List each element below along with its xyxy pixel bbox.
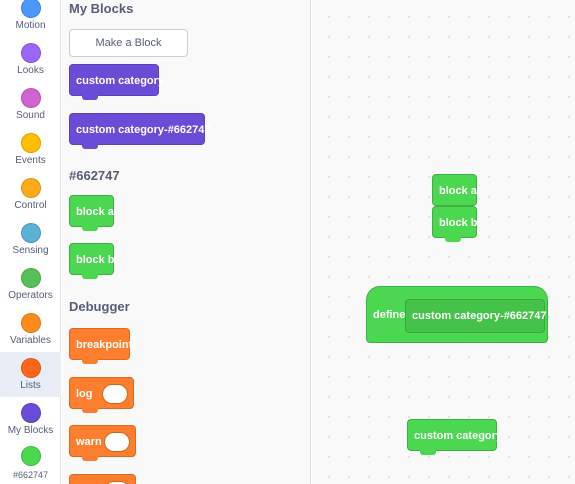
breakpoint-block[interactable]: breakpoint bbox=[69, 328, 133, 364]
category-my-blocks[interactable]: My Blocks bbox=[0, 397, 61, 442]
block-tab bbox=[420, 450, 436, 455]
custom-category-662747-block[interactable]: custom category-#662747 bbox=[69, 113, 211, 149]
block-label: warn bbox=[76, 436, 102, 448]
log-block[interactable]: log bbox=[69, 377, 134, 413]
category-operators[interactable]: Operators bbox=[0, 262, 61, 307]
control-category-icon bbox=[21, 178, 41, 198]
custom-category-block[interactable]: custom category bbox=[69, 64, 164, 100]
block-label: log bbox=[76, 388, 93, 400]
category-label: Sound bbox=[16, 110, 45, 121]
category-sensing[interactable]: Sensing bbox=[0, 217, 61, 262]
category-label: Operators bbox=[8, 290, 53, 301]
define-label: define bbox=[373, 309, 406, 321]
category-label: Control bbox=[14, 200, 47, 211]
script-workspace[interactable]: block a block b define custom category-#… bbox=[312, 0, 575, 484]
category-events[interactable]: Events bbox=[0, 127, 61, 172]
block-tab bbox=[82, 274, 98, 279]
block-label: block b bbox=[76, 254, 115, 266]
block-label: custom category bbox=[76, 75, 165, 87]
category-label: My Blocks bbox=[7, 425, 54, 436]
block-b-flyout[interactable]: block b bbox=[69, 243, 115, 279]
sound-category-icon bbox=[21, 88, 41, 108]
variables-category-icon bbox=[21, 313, 41, 333]
category-label: Sensing bbox=[12, 245, 49, 256]
extension-heading: #662747 bbox=[69, 168, 120, 183]
next-debugger-block[interactable] bbox=[69, 474, 136, 484]
motion-category-icon bbox=[21, 0, 41, 18]
warn-block[interactable]: warn bbox=[69, 425, 136, 461]
events-category-icon bbox=[21, 133, 41, 153]
category-extension-662747[interactable]: #662747 bbox=[0, 442, 61, 484]
category-label: Variables bbox=[10, 335, 51, 346]
category-label: Motion bbox=[15, 20, 46, 31]
extension-category-icon bbox=[21, 446, 41, 466]
define-block[interactable]: define custom category-#662747 bbox=[366, 286, 548, 343]
sensing-category-icon bbox=[21, 223, 41, 243]
block-a-flyout[interactable]: block a bbox=[69, 195, 114, 231]
block-tab bbox=[82, 95, 98, 100]
log-message-input[interactable] bbox=[102, 384, 128, 404]
block-label: block b bbox=[439, 217, 478, 229]
my-blocks-category-icon bbox=[21, 403, 41, 423]
block-label: custom category bbox=[414, 430, 503, 442]
category-sound[interactable]: Sound bbox=[0, 82, 61, 127]
block-tab bbox=[82, 226, 98, 231]
operators-category-icon bbox=[21, 268, 41, 288]
lists-category-icon bbox=[21, 358, 41, 378]
category-variables[interactable]: Variables bbox=[0, 307, 61, 352]
looks-category-icon bbox=[21, 43, 41, 63]
category-lists[interactable]: Lists bbox=[0, 352, 61, 397]
category-motion[interactable]: Motion bbox=[0, 0, 61, 37]
block-tab bbox=[82, 456, 98, 461]
category-control[interactable]: Control bbox=[0, 172, 61, 217]
category-looks[interactable]: Looks bbox=[0, 37, 61, 82]
warn-message-input[interactable] bbox=[104, 432, 130, 452]
block-tab bbox=[82, 144, 98, 149]
custom-category-call-block[interactable]: custom category bbox=[407, 419, 502, 455]
category-label: Looks bbox=[17, 65, 44, 76]
block-flyout: My Blocks Make a Block custom category c… bbox=[62, 0, 311, 484]
block-tab bbox=[82, 359, 98, 364]
category-label: Lists bbox=[20, 380, 41, 391]
block-label: breakpoint bbox=[76, 339, 133, 351]
block-label: block a bbox=[76, 206, 114, 218]
block-label: custom category-#662747 bbox=[76, 124, 211, 136]
block-label: block a bbox=[439, 185, 477, 197]
block-tab bbox=[82, 408, 98, 413]
block-a-workspace[interactable]: block a bbox=[432, 174, 477, 206]
define-prototype[interactable]: custom category-#662747 bbox=[405, 299, 547, 333]
category-menu: Motion Looks Sound Events Control Sensin… bbox=[0, 0, 61, 484]
debugger-heading: Debugger bbox=[69, 299, 130, 314]
my-blocks-heading: My Blocks bbox=[69, 1, 134, 16]
block-tab bbox=[445, 237, 461, 242]
category-label: #662747 bbox=[12, 470, 49, 480]
category-label: Events bbox=[15, 155, 46, 166]
make-a-block-button[interactable]: Make a Block bbox=[69, 29, 188, 57]
block-b-workspace[interactable]: block b bbox=[432, 206, 478, 242]
